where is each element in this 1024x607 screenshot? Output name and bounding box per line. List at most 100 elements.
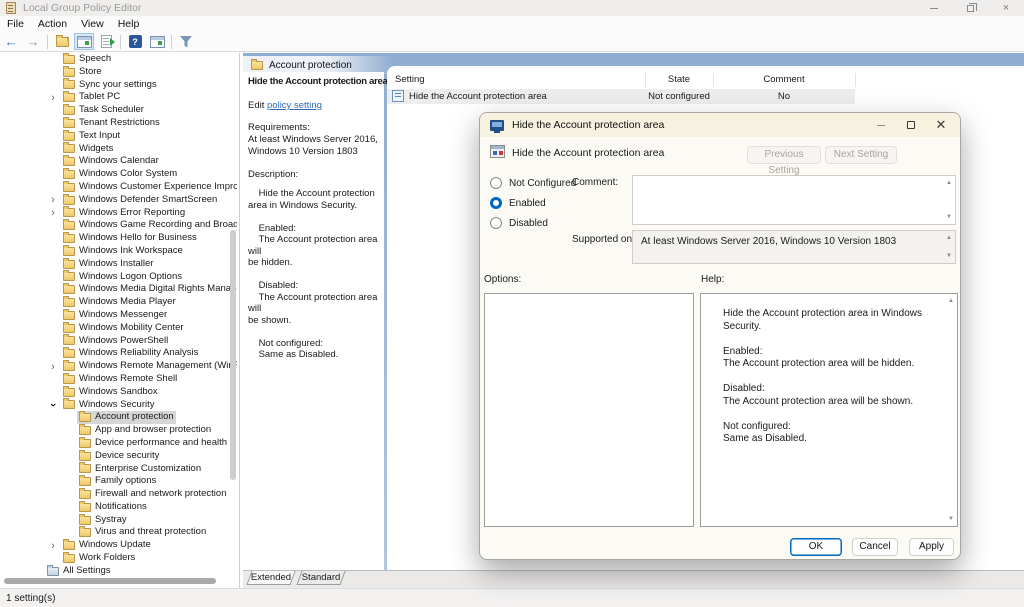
tree-item[interactable]: All Settings — [0, 565, 237, 578]
tree-item[interactable]: Windows Reliability Analysis — [0, 347, 237, 360]
tree-item[interactable]: ›Windows Update — [0, 539, 237, 552]
tree-item[interactable]: Notifications — [0, 501, 237, 514]
tree-item[interactable]: App and browser protection — [0, 424, 237, 437]
export-list-button[interactable] — [96, 33, 116, 50]
apply-button[interactable]: Apply — [909, 538, 954, 556]
folder-icon — [63, 221, 75, 230]
tree-item[interactable]: Windows Remote Shell — [0, 373, 237, 386]
column-header-setting[interactable]: Setting — [395, 74, 425, 85]
dialog-close-button[interactable]: ✕ — [926, 115, 956, 135]
tree-item[interactable]: ›Windows Remote Management (WinRM — [0, 360, 237, 373]
tree-item[interactable]: Sync your settings — [0, 79, 237, 92]
menu-view[interactable]: View — [74, 18, 111, 30]
tree-item[interactable]: Speech — [0, 53, 237, 66]
dialog-maximize-button[interactable] — [896, 115, 926, 135]
tree-item[interactable]: Systray — [0, 514, 237, 527]
comment-cell: No — [713, 91, 855, 102]
tree-item-label: Windows Hello for Business — [79, 232, 197, 245]
tree-item[interactable]: Firewall and network protection — [0, 488, 237, 501]
column-header-state[interactable]: State — [645, 74, 713, 85]
radio-enabled[interactable]: Enabled — [490, 197, 546, 209]
restore-button[interactable] — [952, 0, 988, 16]
help-button[interactable]: ? — [125, 33, 145, 50]
chevron-right-icon[interactable]: › — [48, 93, 58, 103]
chevron-right-icon[interactable]: › — [48, 208, 58, 218]
close-button[interactable]: × — [988, 0, 1024, 16]
scroll-up-icon[interactable]: ▲ — [946, 180, 952, 186]
back-button[interactable]: ← — [1, 33, 21, 50]
radio-not-configured[interactable]: Not Configured — [490, 177, 576, 189]
ok-button[interactable]: OK — [790, 538, 842, 556]
chevron-right-icon[interactable]: › — [48, 195, 58, 205]
tree-item[interactable]: Enterprise Customization — [0, 463, 237, 476]
scroll-up-icon[interactable]: ▲ — [948, 298, 954, 304]
tree-item[interactable]: Windows Color System — [0, 168, 237, 181]
tree-item[interactable]: Windows Sandbox — [0, 386, 237, 399]
tree-item[interactable]: Tenant Restrictions — [0, 117, 237, 130]
tree-item[interactable]: Virus and threat protection — [0, 526, 237, 539]
chevron-right-icon[interactable]: › — [48, 362, 58, 372]
tree-item[interactable]: Windows Media Digital Rights Managem — [0, 283, 237, 296]
tree-item[interactable]: Windows Mobility Center — [0, 322, 237, 335]
tree-horizontal-scrollbar[interactable] — [4, 578, 216, 584]
tree-item[interactable]: Windows Media Player — [0, 296, 237, 309]
menu-file[interactable]: File — [0, 18, 31, 30]
menu-help[interactable]: Help — [111, 18, 147, 30]
scroll-down-icon[interactable]: ▼ — [946, 253, 952, 259]
edit-policy-setting-link[interactable]: policy setting — [267, 100, 322, 111]
chevron-right-icon[interactable]: › — [48, 541, 58, 551]
minimize-button[interactable] — [916, 0, 952, 16]
tree-item[interactable]: Windows PowerShell — [0, 335, 237, 348]
tree-item[interactable]: ›Tablet PC — [0, 91, 237, 104]
scroll-down-icon[interactable]: ▼ — [948, 516, 954, 522]
filter-button[interactable] — [176, 33, 196, 50]
show-console-tree-button[interactable] — [74, 33, 94, 50]
previous-setting-button[interactable]: Previous Setting — [747, 146, 821, 164]
tree-item[interactable]: Windows Calendar — [0, 155, 237, 168]
folder-icon — [63, 68, 75, 77]
next-setting-button[interactable]: Next Setting — [825, 146, 897, 164]
radio-label: Not Configured — [509, 178, 576, 189]
tree-item[interactable]: ›Windows Security — [0, 399, 237, 412]
radio-disabled[interactable]: Disabled — [490, 217, 548, 229]
pane-divider[interactable] — [239, 53, 240, 588]
tab-standard[interactable]: Standard — [299, 571, 343, 585]
tree-item[interactable]: Text Input — [0, 130, 237, 143]
menu-action[interactable]: Action — [31, 18, 74, 30]
tree-item[interactable]: Windows Logon Options — [0, 271, 237, 284]
tree-item[interactable]: Device security — [0, 450, 237, 463]
scroll-down-icon[interactable]: ▼ — [946, 214, 952, 220]
tree-item[interactable]: Windows Installer — [0, 258, 237, 271]
column-header-comment[interactable]: Comment — [713, 74, 855, 85]
up-one-level-button[interactable]: ↑ — [52, 33, 72, 50]
cancel-button[interactable]: Cancel — [852, 538, 898, 556]
dialog-minimize-button[interactable] — [866, 115, 896, 135]
tree-item[interactable]: Windows Messenger — [0, 309, 237, 322]
tree-item[interactable]: ›Windows Defender SmartScreen — [0, 194, 237, 207]
tree-item[interactable]: Windows Game Recording and Broadcas — [0, 219, 237, 232]
tab-extended[interactable]: Extended — [249, 571, 293, 585]
new-window-button[interactable] — [147, 33, 167, 50]
folder-icon — [63, 132, 75, 141]
tree-item-label: Widgets — [79, 143, 113, 156]
radio-circle — [490, 177, 502, 189]
tree-item[interactable]: Windows Hello for Business — [0, 232, 237, 245]
tree-item[interactable]: Windows Customer Experience Improver — [0, 181, 237, 194]
tree-item[interactable]: ›Windows Error Reporting — [0, 207, 237, 220]
folder-icon — [79, 426, 91, 435]
tree-item[interactable]: Widgets — [0, 143, 237, 156]
tree-item[interactable]: Task Scheduler — [0, 104, 237, 117]
tree-item[interactable]: Windows Ink Workspace — [0, 245, 237, 258]
tree-item[interactable]: Family options — [0, 475, 237, 488]
tree-item[interactable]: Device performance and health — [0, 437, 237, 450]
tree-item[interactable]: Store — [0, 66, 237, 79]
tree-item[interactable]: Account protection — [0, 411, 237, 424]
folder-icon — [79, 490, 91, 499]
comment-textbox[interactable]: ▲ ▼ — [632, 175, 956, 225]
forward-button[interactable]: → — [23, 33, 43, 50]
setting-row[interactable]: Hide the Account protection area Not con… — [387, 89, 855, 104]
tree-vertical-scrollbar[interactable] — [230, 230, 236, 480]
tree-item[interactable]: Work Folders — [0, 552, 237, 565]
chevron-down-icon[interactable]: › — [48, 400, 58, 410]
scroll-up-icon[interactable]: ▲ — [946, 235, 952, 241]
